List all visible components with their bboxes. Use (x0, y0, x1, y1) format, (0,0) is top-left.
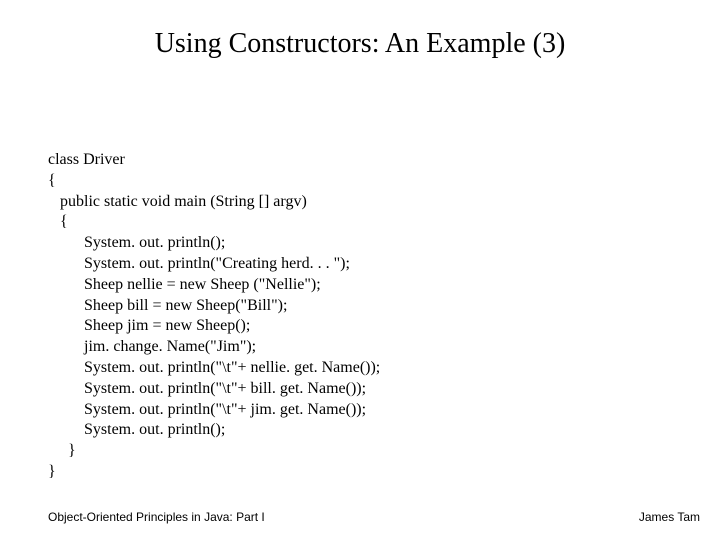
slide-title: Using Constructors: An Example (3) (0, 28, 720, 60)
code-block: class Driver { public static void main (… (48, 150, 380, 483)
footer-right: James Tam (639, 510, 700, 524)
footer-left: Object-Oriented Principles in Java: Part… (48, 510, 265, 524)
slide: Using Constructors: An Example (3) class… (0, 0, 720, 540)
